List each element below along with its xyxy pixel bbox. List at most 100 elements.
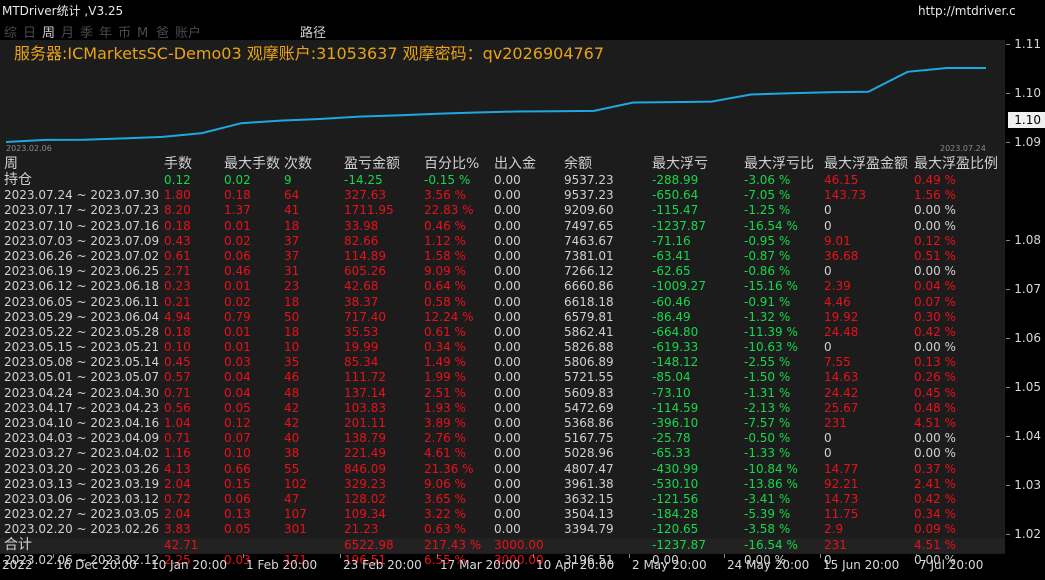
table-cell: 0 [824, 203, 832, 218]
table-cell: 0.00 [494, 188, 521, 203]
table-cell: -1237.87 [652, 218, 706, 233]
tab-path[interactable]: 路径 [300, 22, 326, 41]
table-cell: 2023.04.17 ~ 2023.04.23 [4, 400, 160, 415]
table-cell: 2023.07.10 ~ 2023.07.16 [4, 218, 160, 233]
tab-5[interactable]: 年 [99, 22, 118, 41]
tab-9[interactable]: 账户 [175, 22, 205, 41]
position-cell: 0.49 % [914, 173, 956, 187]
table-cell: 0.00 [494, 461, 521, 476]
table-cell: -115.47 [652, 203, 699, 218]
table-cell: -184.28 [652, 507, 699, 522]
table-row: 2023.07.03 ~ 2023.07.09 0.43 0.02 37 82.66 1.… [0, 234, 1005, 249]
table-cell: 0.13 % [914, 355, 956, 370]
table-cell: 0.61 % [424, 324, 466, 339]
table-cell: -10.63 % [744, 340, 798, 355]
tab-3[interactable]: 月 [61, 22, 80, 41]
table-cell: -71.16 [652, 233, 691, 248]
time-tick [53, 554, 54, 558]
position-cell: 0.12 [164, 173, 191, 187]
time-tick [437, 554, 438, 558]
tab-0[interactable]: 综 [4, 22, 23, 41]
table-cell: 107 [284, 507, 307, 522]
table-row: 2023.03.06 ~ 2023.03.12 0.72 0.06 47 128.02 3… [0, 492, 1005, 507]
table-cell: 2.04 [164, 476, 191, 491]
table-cell: -619.33 [652, 340, 699, 355]
table-cell: 2023.06.12 ~ 2023.06.18 [4, 279, 160, 294]
position-cell: 0.02 [224, 173, 251, 187]
tab-6[interactable]: 币 [118, 22, 137, 41]
table-cell: 0.09 % [914, 522, 956, 537]
site-link[interactable]: http://mtdriver.c [918, 4, 1016, 18]
table-cell: 2.39 [824, 279, 851, 294]
table-cell: 0.00 [494, 507, 521, 522]
window-title: MTDriver统计 ,V3.25 [2, 4, 124, 18]
table-cell: 0.51 % [914, 248, 956, 263]
table-cell: 0.07 [224, 431, 251, 446]
table-cell: 25.67 [824, 400, 859, 415]
table-cell: -60.46 [652, 294, 691, 309]
price-tick-label: 1.11 [1014, 37, 1041, 51]
table-cell: 0.18 [164, 324, 191, 339]
table-cell: 35 [284, 355, 300, 370]
table-cell: 0.45 [164, 355, 191, 370]
time-tick-label: 2022 [2, 558, 33, 572]
table-cell: 46 [284, 370, 300, 385]
table-cell: 7497.65 [564, 218, 614, 233]
table-row: 2023.03.27 ~ 2023.04.02 1.16 0.10 38 221.49 4… [0, 446, 1005, 461]
table-cell: 0.04 % [914, 279, 956, 294]
table-cell: 0.02 [224, 294, 251, 309]
equity-chart-svg: 2023.02.06 2023.07.24 [5, 67, 986, 153]
table-row: 2023.07.17 ~ 2023.07.23 8.20 1.37 41 1711.95… [0, 203, 1005, 218]
price-tick [1006, 338, 1010, 339]
table-cell: 9.09 % [424, 264, 466, 279]
price-tick-label: 1.03 [1014, 478, 1041, 492]
table-row: 2023.02.20 ~ 2023.02.26 3.83 0.05 301 21.23 0… [0, 522, 1005, 537]
totals-row: 合计 42.71 6522.98 217.43 % 3000.00 -1237.87 -16… [0, 538, 1005, 553]
totals-cell: 4.51 % [914, 538, 956, 552]
equity-line [5, 67, 986, 143]
table-cell: 0.06 [224, 491, 251, 506]
tab-7[interactable]: M [137, 26, 156, 41]
table-cell: -0.87 % [744, 248, 791, 263]
table-cell: 1.12 % [424, 233, 466, 248]
table-cell: 4.46 [824, 294, 851, 309]
table-cell: 4.13 [164, 461, 191, 476]
position-cell: 0.00 [494, 173, 521, 187]
table-cell: -3.58 % [744, 522, 791, 537]
table-cell: 2023.07.03 ~ 2023.07.09 [4, 233, 160, 248]
table-cell: 2023.05.08 ~ 2023.05.14 [4, 355, 160, 370]
price-tick-label: 1.07 [1014, 282, 1041, 296]
table-cell: 0.00 % [914, 218, 956, 233]
table-cell: 0.48 % [914, 400, 956, 415]
table-cell: 0.06 [224, 248, 251, 263]
table-cell: -0.91 % [744, 294, 791, 309]
time-tick [533, 554, 534, 558]
table-cell: 2023.06.19 ~ 2023.06.25 [4, 264, 160, 279]
table-cell: 37 [284, 248, 300, 263]
price-tick-label: 1.09 [1014, 135, 1041, 149]
table-cell: 4.94 [164, 309, 191, 324]
table-cell: 0.15 [224, 476, 251, 491]
table-cell: -430.99 [652, 461, 699, 476]
table-cell: 22.83 % [424, 203, 474, 218]
tab-1[interactable]: 日 [23, 22, 42, 41]
table-cell: 0.00 [494, 400, 521, 415]
table-cell: 1.37 [224, 203, 251, 218]
table-cell: 5826.88 [564, 340, 614, 355]
table-cell: 5721.55 [564, 370, 614, 385]
table-cell: 2023.05.15 ~ 2023.05.21 [4, 340, 160, 355]
tab-2[interactable]: 周 [42, 22, 61, 41]
table-cell: 0.01 [224, 279, 251, 294]
table-cell: -63.41 [652, 248, 691, 263]
table-cell: 0.12 % [914, 233, 956, 248]
totals-cell: 231 [824, 538, 847, 552]
table-row: 2023.05.08 ~ 2023.05.14 0.45 0.03 35 85.34 1.… [0, 355, 1005, 370]
tab-4[interactable]: 季 [80, 22, 99, 41]
table-cell: 0.04 [224, 385, 251, 400]
table-cell: 14.63 [824, 370, 859, 385]
table-cell: 0.46 [224, 264, 251, 279]
time-tick [916, 554, 917, 558]
tab-8[interactable]: 爸 [156, 22, 175, 41]
table-cell: 2023.07.24 ~ 2023.07.30 [4, 188, 160, 203]
price-tick-label: 1.06 [1014, 331, 1041, 345]
